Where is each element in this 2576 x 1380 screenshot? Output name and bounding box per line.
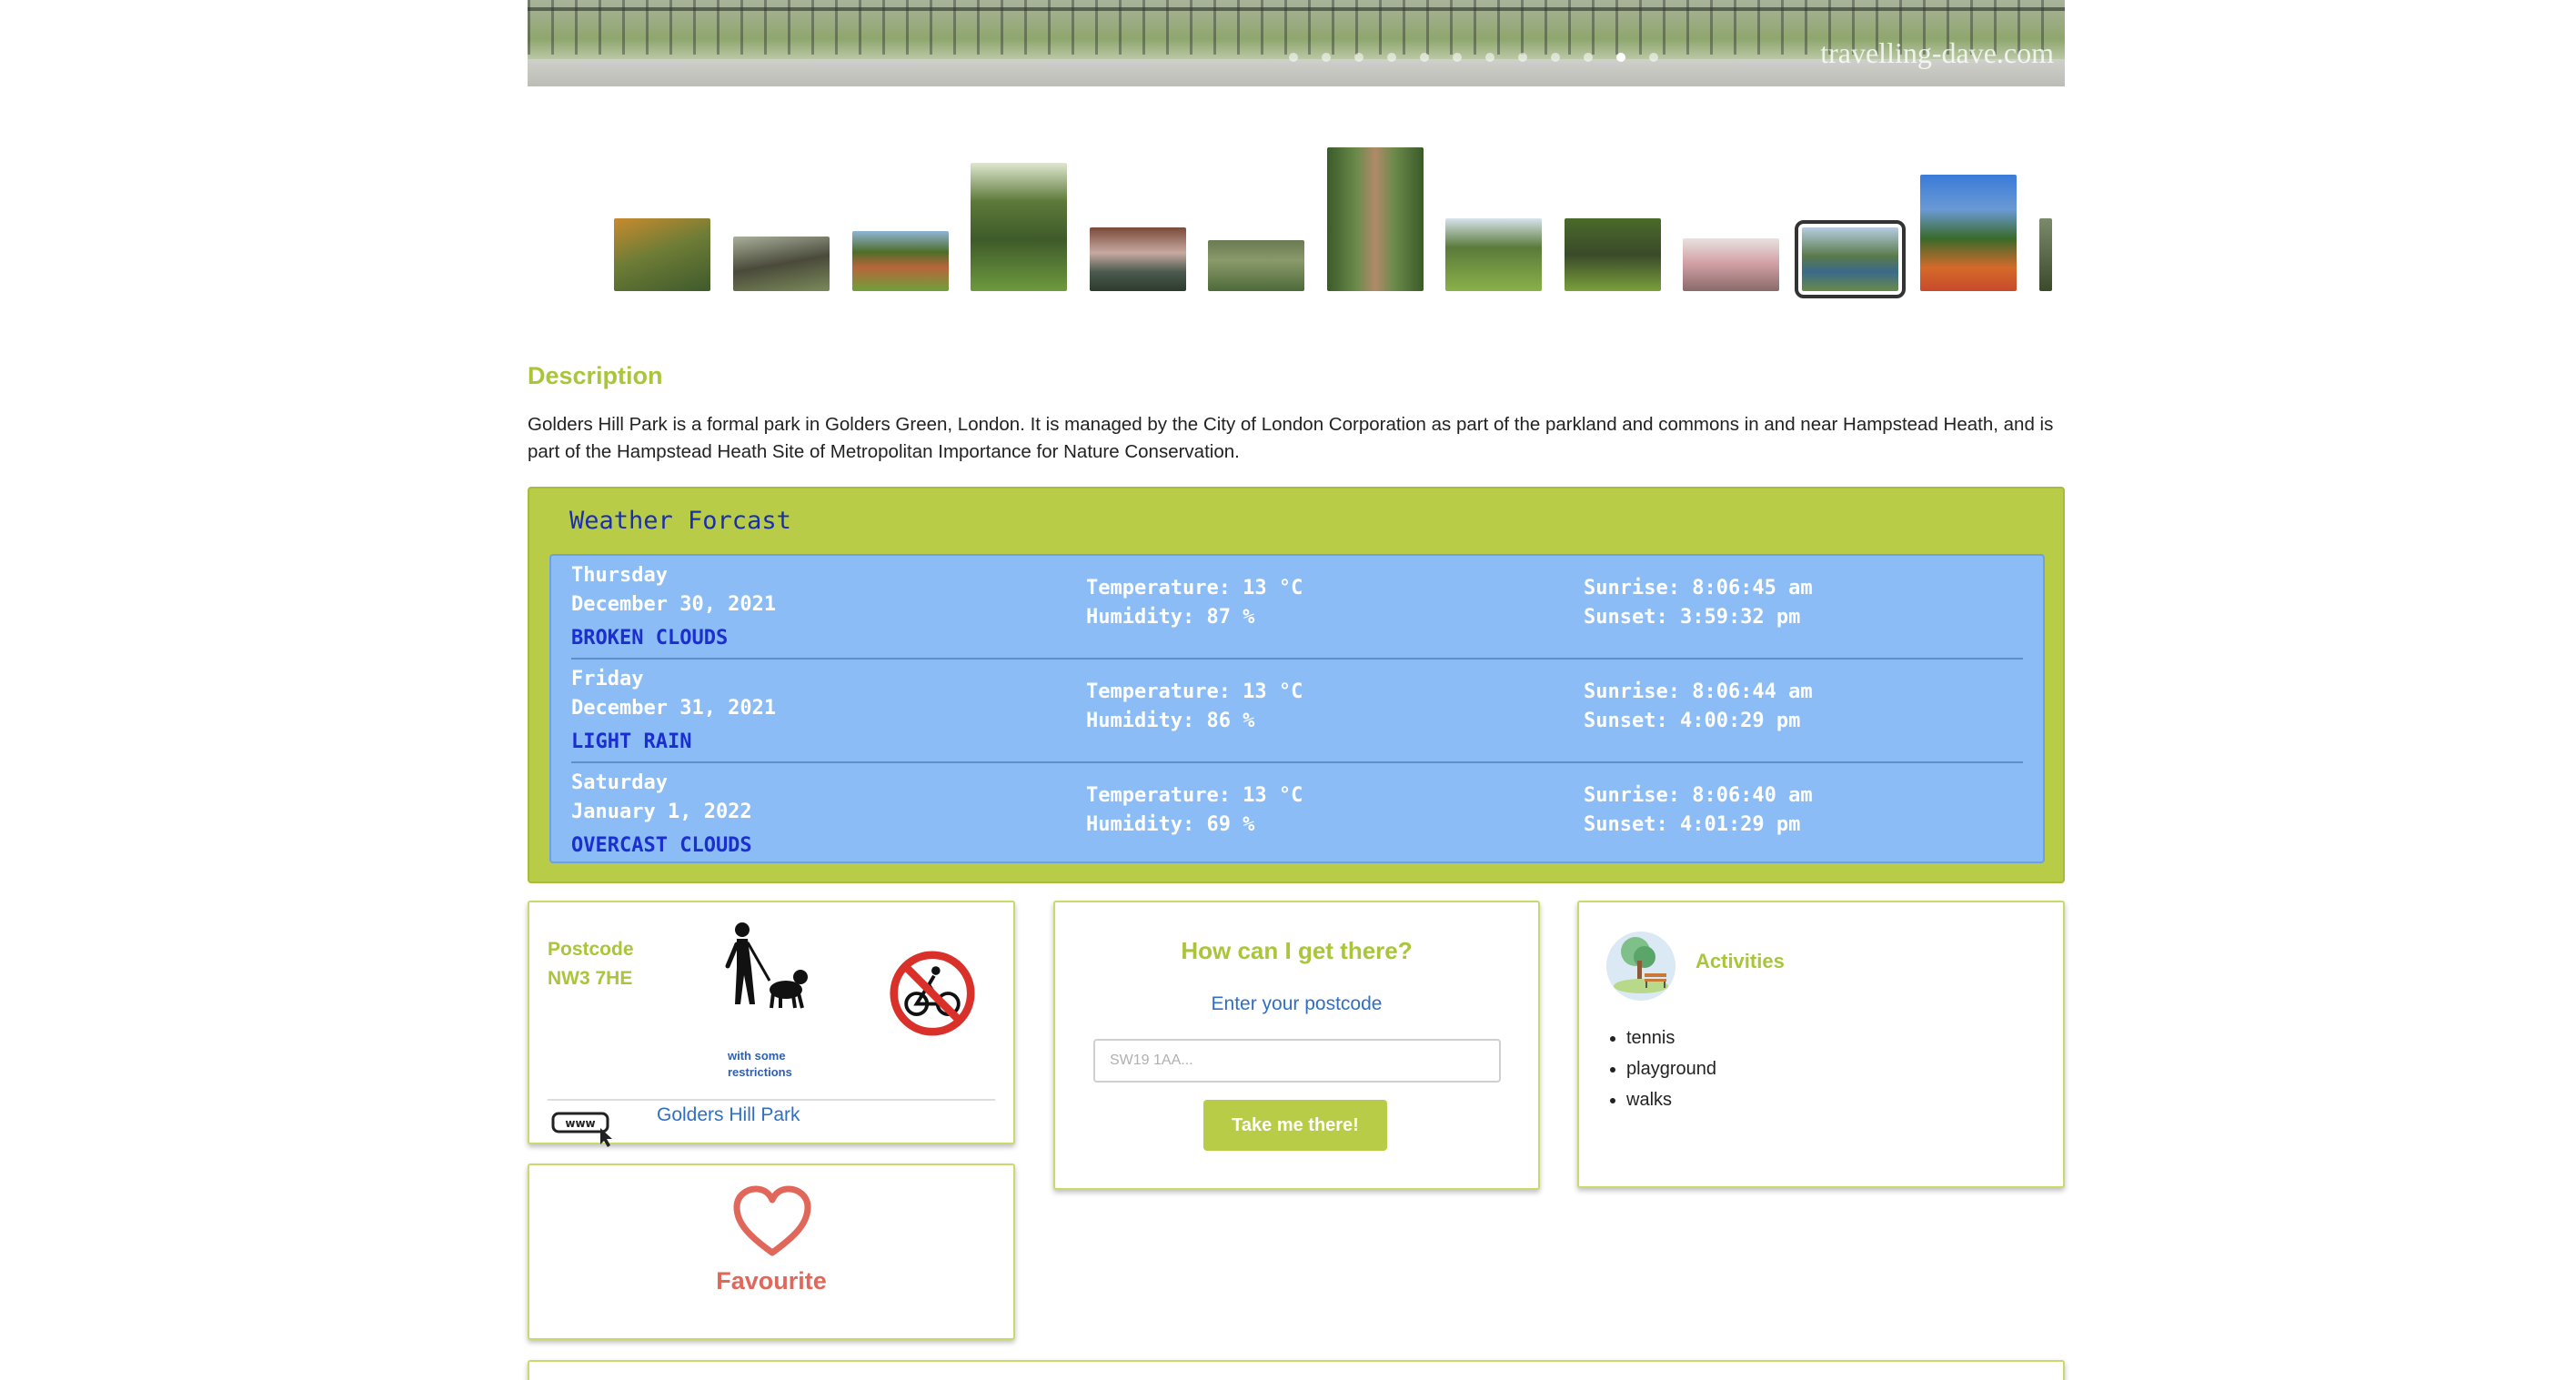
weather-humidity: Humidity: 87 % [1086, 606, 1255, 629]
slide-dot[interactable] [1551, 53, 1560, 62]
weather-sunrise: Sunrise: 8:06:44 am [1584, 680, 1813, 703]
slide-dot[interactable] [1387, 53, 1396, 62]
thumb-pergola-walk[interactable] [1327, 147, 1424, 291]
directions-title: How can I get there? [1181, 937, 1413, 964]
weather-title: Weather Forcast [569, 507, 791, 535]
slide-dot[interactable] [1453, 53, 1462, 62]
list-item: playground [1626, 1053, 1716, 1084]
thumb-reflections[interactable] [1090, 227, 1186, 291]
heart-icon[interactable] [731, 1184, 813, 1258]
weather-humidity: Humidity: 86 % [1086, 710, 1255, 732]
dog-walking-icon [725, 922, 808, 1009]
slide-dot[interactable] [1584, 53, 1593, 62]
thumb-pond-view-selected[interactable] [1795, 220, 1906, 298]
thumb-partial[interactable] [2039, 218, 2052, 291]
slide-dot[interactable] [1354, 53, 1363, 62]
slide-dot[interactable] [1289, 53, 1298, 62]
thumb-autumn-pond[interactable] [614, 218, 710, 291]
park-info-card: Postcode NW3 7HE with some restrictions … [528, 901, 1015, 1147]
list-item: tennis [1626, 1022, 1716, 1053]
weather-day: Saturday [571, 771, 668, 794]
postcode-value: NW3 7HE [548, 968, 633, 989]
take-me-there-button[interactable]: Take me there! [1203, 1100, 1387, 1151]
no-cycling-icon [890, 951, 975, 1036]
restriction-note-line2: restrictions [728, 1065, 792, 1079]
list-item: walks [1626, 1084, 1716, 1115]
restriction-note-line1: with some [728, 1049, 786, 1063]
slide-dot[interactable] [1420, 53, 1429, 62]
weather-temperature: Temperature: 13 °C [1086, 577, 1303, 599]
weather-row: Thursday December 30, 2021 BROKEN CLOUDS … [571, 556, 2023, 660]
directions-subtitle: Enter your postcode [1211, 993, 1383, 1014]
description-heading: Description [528, 362, 663, 389]
weather-day: Thursday [571, 564, 668, 587]
thumb-gazebo[interactable] [971, 163, 1067, 291]
thumbnail-gallery [614, 136, 2052, 298]
activities-title: Activities [1696, 950, 1785, 972]
weather-date: December 30, 2021 [571, 593, 777, 616]
svg-text:www: www [565, 1117, 595, 1130]
thumb-blossom-tree[interactable] [1683, 238, 1779, 291]
slide-dot[interactable] [1322, 53, 1331, 62]
weather-date: December 31, 2021 [571, 697, 777, 720]
card-divider [548, 1099, 995, 1101]
weather-humidity: Humidity: 69 % [1086, 813, 1255, 836]
park-website-link[interactable]: Golders Hill Park [657, 1104, 800, 1126]
www-link-icon: www [551, 1112, 612, 1147]
weather-forecast-panel: Weather Forcast Thursday December 30, 202… [528, 487, 2065, 883]
hero-slideshow[interactable]: travelling-dave.com [528, 0, 2065, 86]
thumb-fallen-tree[interactable] [733, 237, 830, 291]
postcode-label: Postcode [548, 939, 634, 960]
next-section-card [528, 1360, 2065, 1380]
activities-card: Activities tennis playground walks [1577, 901, 2065, 1188]
favourite-label: Favourite [716, 1267, 827, 1294]
thumb-garden-beds[interactable] [1208, 240, 1304, 291]
weather-condition: LIGHT RAIN [571, 730, 692, 753]
slide-dot[interactable] [1485, 53, 1494, 62]
park-bench-tree-icon [1606, 932, 1675, 1001]
thumb-lawn-trees[interactable] [852, 231, 949, 291]
weather-sunrise: Sunrise: 8:06:45 am [1584, 577, 1813, 599]
thumb-park-lawn[interactable] [1445, 218, 1542, 291]
slide-dot[interactable] [1649, 53, 1658, 62]
weather-sunset: Sunset: 3:59:32 pm [1584, 606, 1801, 629]
postcode-input[interactable] [1093, 1039, 1501, 1083]
weather-temperature: Temperature: 13 °C [1086, 680, 1303, 703]
thumb-flower-garden[interactable] [1920, 175, 2017, 291]
weather-temperature: Temperature: 13 °C [1086, 784, 1303, 807]
weather-condition: BROKEN CLOUDS [571, 627, 729, 650]
description-text: Golders Hill Park is a formal park in Go… [528, 414, 2054, 462]
weather-sunrise: Sunrise: 8:06:40 am [1584, 784, 1813, 807]
directions-card: How can I get there? Enter your postcode… [1053, 901, 1540, 1190]
weather-sunset: Sunset: 4:01:29 pm [1584, 813, 1801, 836]
weather-condition: OVERCAST CLOUDS [571, 834, 752, 857]
slide-dot-active[interactable] [1616, 53, 1625, 62]
favourite-card[interactable]: Favourite [528, 1163, 1015, 1340]
weather-day: Friday [571, 668, 644, 690]
weather-date: January 1, 2022 [571, 801, 752, 823]
weather-days: Thursday December 30, 2021 BROKEN CLOUDS … [549, 554, 2045, 863]
thumb-emu[interactable] [1565, 218, 1661, 291]
weather-row: Saturday January 1, 2022 OVERCAST CLOUDS … [571, 763, 2023, 867]
slide-dot[interactable] [1518, 53, 1527, 62]
watermark: travelling-dave.com [1820, 36, 2054, 69]
weather-sunset: Sunset: 4:00:29 pm [1584, 710, 1801, 732]
activities-list: tennis playground walks [1626, 1022, 1716, 1115]
weather-row: Friday December 31, 2021 LIGHT RAIN Tempe… [571, 660, 2023, 763]
